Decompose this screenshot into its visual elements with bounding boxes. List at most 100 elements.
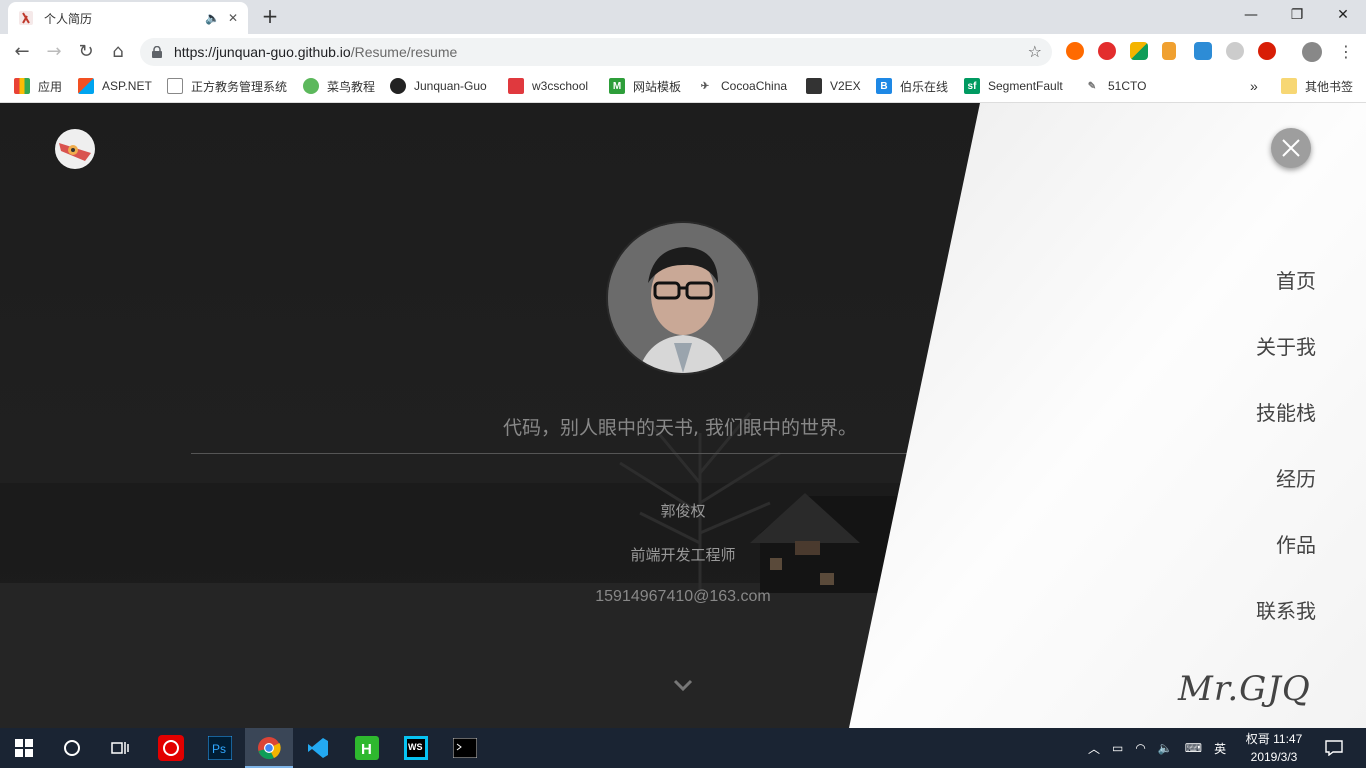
task-view-button[interactable] bbox=[96, 728, 144, 768]
site-logo[interactable] bbox=[55, 129, 95, 169]
hbuilder-icon: H bbox=[355, 736, 379, 760]
address-bar[interactable]: https://junquan-guo.github.io/Resume/res… bbox=[140, 38, 1052, 66]
taskbar-app-netease-music[interactable] bbox=[147, 728, 195, 768]
menu-item-home[interactable]: 首页 bbox=[1276, 265, 1316, 294]
tab-strip: 个人简历 🔈 ✕ + — ❐ ✕ bbox=[0, 0, 1366, 34]
menu-item-contact[interactable]: 联系我 bbox=[1256, 595, 1316, 624]
jobbole-icon: B bbox=[876, 78, 892, 94]
runoob-icon bbox=[303, 78, 319, 94]
extension-pin-icon[interactable] bbox=[1162, 42, 1176, 60]
extension-s-icon[interactable] bbox=[1194, 42, 1212, 60]
bookmark-item[interactable]: 菜鸟教程 bbox=[303, 77, 375, 95]
taskbar-app-vscode[interactable] bbox=[294, 728, 342, 768]
signature-text: Mr.GJQ bbox=[1178, 669, 1311, 709]
tab-resume[interactable]: 个人简历 🔈 ✕ bbox=[8, 2, 248, 34]
action-center-button[interactable] bbox=[1310, 728, 1358, 768]
hero-slogan: 代码，别人眼中的天书, 我们眼中的世界。 bbox=[502, 417, 858, 439]
menu-item-skills[interactable]: 技能栈 bbox=[1256, 397, 1316, 426]
github-icon bbox=[390, 78, 406, 94]
restore-button[interactable]: ❐ bbox=[1274, 0, 1320, 30]
home-button[interactable]: ⌂ bbox=[106, 40, 130, 64]
volume-icon[interactable]: 🔈 bbox=[1158, 741, 1173, 755]
photoshop-icon: Ps bbox=[208, 736, 232, 760]
back-button[interactable]: ← bbox=[10, 40, 34, 64]
forward-button[interactable]: → bbox=[42, 40, 66, 64]
url-path: /Resume/resume bbox=[350, 44, 458, 60]
other-bookmarks-folder[interactable]: 其他书签 bbox=[1281, 77, 1353, 95]
ime-indicator[interactable]: 英 bbox=[1214, 740, 1226, 757]
search-circle-icon bbox=[64, 740, 80, 756]
bookmark-item[interactable]: 应用 bbox=[14, 77, 62, 95]
tab-title: 个人简历 bbox=[44, 11, 93, 26]
v2ex-icon bbox=[806, 78, 822, 94]
profile-avatar bbox=[608, 223, 758, 373]
start-button[interactable] bbox=[0, 728, 48, 768]
minimize-button[interactable]: — bbox=[1228, 0, 1274, 30]
taskbar-app-chrome[interactable] bbox=[245, 728, 293, 768]
windows-taskbar: Ps H WS ︿ ▭ ◠ 🔈 ⌨ 英 权哥 11:47 2019/3/3 bbox=[0, 728, 1366, 768]
bookmark-item[interactable]: M 网站模板 bbox=[609, 77, 681, 95]
extension-colorful-icon[interactable] bbox=[1130, 42, 1148, 60]
bookmark-item[interactable]: ✎ 51CTO bbox=[1084, 77, 1146, 95]
url-host: https://junquan-guo.github.io bbox=[174, 44, 351, 60]
taskbar-app-webstorm[interactable]: WS bbox=[392, 728, 440, 768]
logo-icon bbox=[56, 130, 94, 168]
clock-user: 权哥 bbox=[1245, 732, 1270, 746]
chrome-menu-icon[interactable]: ⋮ bbox=[1334, 40, 1358, 64]
extension-infinity-icon[interactable] bbox=[1066, 42, 1084, 60]
bookmark-item[interactable]: ASP.NET bbox=[78, 77, 152, 95]
taskbar-app-terminal[interactable] bbox=[441, 728, 489, 768]
notification-icon bbox=[1325, 740, 1343, 756]
bookmark-item[interactable]: Junquan-Guo bbox=[390, 77, 487, 95]
resume-favicon-icon bbox=[18, 10, 34, 26]
apps-grid-icon bbox=[14, 78, 30, 94]
page-icon bbox=[167, 78, 183, 94]
menu-item-about[interactable]: 关于我 bbox=[1256, 331, 1316, 360]
keyboard-icon[interactable]: ⌨ bbox=[1185, 741, 1202, 755]
audio-playing-icon[interactable]: 🔈 bbox=[205, 11, 220, 25]
profile-avatar-icon[interactable] bbox=[1302, 42, 1322, 62]
windows-logo-icon bbox=[15, 739, 33, 757]
page-viewport: 代码，别人眼中的天书, 我们眼中的世界。 郭俊权 前端开发工程师 1591496… bbox=[0, 103, 1366, 728]
close-window-button[interactable]: ✕ bbox=[1320, 0, 1366, 30]
bookmark-item[interactable]: B 伯乐在线 bbox=[876, 77, 948, 95]
bookmark-item[interactable]: w3cschool bbox=[508, 77, 588, 95]
chrome-icon bbox=[258, 737, 281, 760]
bookmarks-bar: 应用 ASP.NET 正方教务管理系统 菜鸟教程 Junquan-Guo w3c… bbox=[0, 70, 1366, 103]
person-name: 郭俊权 bbox=[660, 502, 706, 520]
cortana-button[interactable] bbox=[48, 728, 96, 768]
weibo-icon[interactable] bbox=[1226, 42, 1244, 60]
tray-expand-icon[interactable]: ︿ bbox=[1088, 740, 1100, 757]
battery-icon[interactable]: ▭ bbox=[1112, 741, 1123, 755]
svg-text:H: H bbox=[361, 741, 372, 758]
webstorm-icon: WS bbox=[404, 736, 428, 760]
tab-close-icon[interactable]: ✕ bbox=[228, 11, 238, 25]
menu-item-works[interactable]: 作品 bbox=[1276, 529, 1316, 558]
new-tab-button[interactable]: + bbox=[260, 6, 280, 26]
extension-red-icon[interactable] bbox=[1258, 42, 1276, 60]
person-role: 前端开发工程师 bbox=[630, 546, 736, 564]
wifi-icon[interactable]: ◠ bbox=[1135, 741, 1145, 755]
hero-divider bbox=[191, 453, 911, 454]
taskbar-clock[interactable]: 权哥 11:47 2019/3/3 bbox=[1236, 730, 1312, 766]
bookmark-star-icon[interactable]: ☆ bbox=[1028, 42, 1042, 61]
clock-time: 11:47 bbox=[1273, 732, 1303, 746]
m-icon: M bbox=[609, 78, 625, 94]
side-menu: 首页 关于我 技能栈 经历 作品 联系我 bbox=[1116, 103, 1316, 728]
vscode-icon bbox=[308, 738, 328, 758]
bookmarks-overflow-button[interactable]: » bbox=[1250, 77, 1258, 95]
svg-text:WS: WS bbox=[408, 742, 423, 752]
bookmark-item[interactable]: sf SegmentFault bbox=[964, 77, 1063, 95]
menu-item-experience[interactable]: 经历 bbox=[1276, 463, 1316, 492]
taskbar-app-photoshop[interactable]: Ps bbox=[196, 728, 244, 768]
taskbar-app-hbuilder[interactable]: H bbox=[343, 728, 391, 768]
task-view-icon bbox=[111, 742, 129, 754]
bookmark-item[interactable]: V2EX bbox=[806, 77, 861, 95]
reload-button[interactable]: ↻ bbox=[74, 40, 98, 64]
terminal-icon bbox=[453, 738, 477, 758]
bookmark-item[interactable]: ✈ CocoaChina bbox=[697, 77, 787, 95]
person-email[interactable]: 15914967410@163.com bbox=[533, 588, 833, 606]
bookmark-item[interactable]: 正方教务管理系统 bbox=[167, 77, 287, 95]
scroll-down-chevron-icon[interactable] bbox=[671, 675, 695, 695]
adblock-plus-icon[interactable] bbox=[1098, 42, 1116, 60]
